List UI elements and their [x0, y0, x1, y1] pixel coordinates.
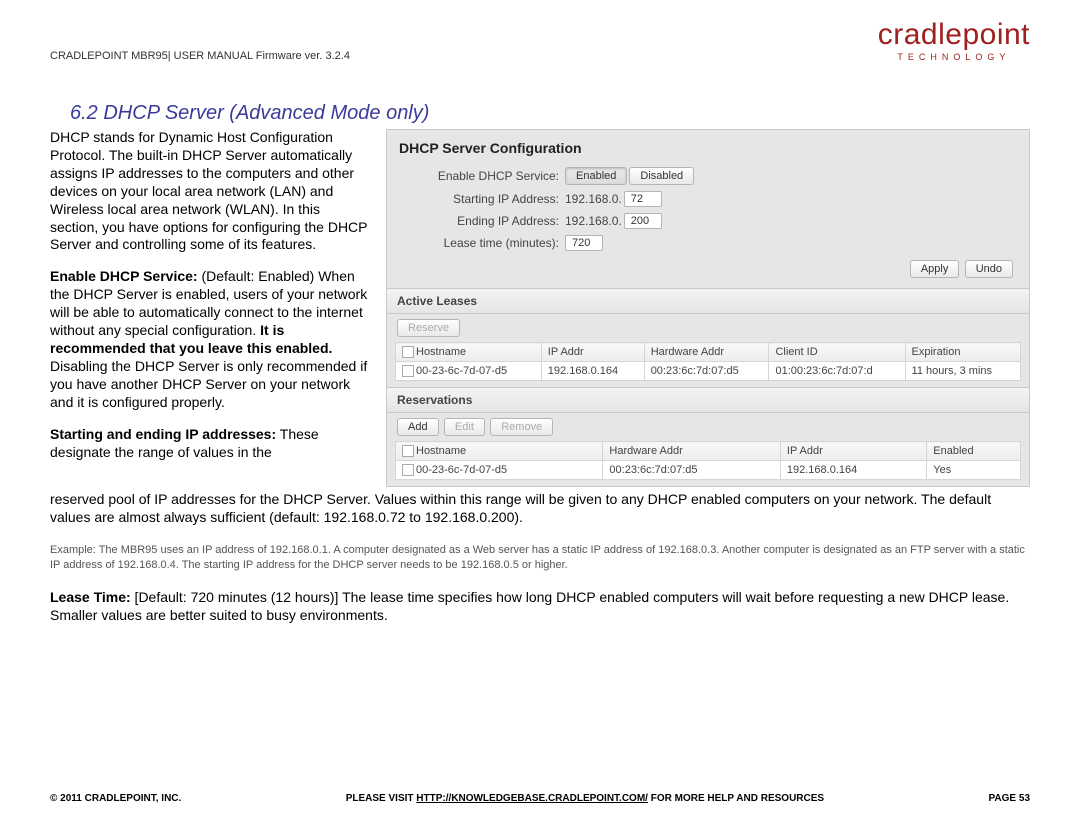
- cell: 192.168.0.164: [780, 461, 926, 480]
- example-para: Example: The MBR95 uses an IP address of…: [50, 543, 1030, 573]
- col-ipaddr: IP Addr: [780, 442, 926, 461]
- brand-sub: TECHNOLOGY: [878, 52, 1030, 62]
- col-ipaddr: IP Addr: [541, 343, 644, 362]
- brand-main: cradlepoint: [878, 20, 1030, 50]
- checkbox-icon[interactable]: [402, 445, 414, 457]
- footer-mid: PLEASE VISIT HTTP://KNOWLEDGEBASE.CRADLE…: [346, 793, 824, 804]
- remove-button[interactable]: Remove: [490, 418, 553, 436]
- start-para-lead: Starting and ending IP addresses: These …: [50, 426, 372, 462]
- enable-para: Enable DHCP Service: (Default: Enabled) …: [50, 268, 372, 411]
- edit-button[interactable]: Edit: [444, 418, 485, 436]
- active-leases-head: Active Leases: [387, 288, 1029, 314]
- dhcp-config-panel: DHCP Server Configuration Enable DHCP Se…: [386, 129, 1030, 487]
- col-hostname: Hostname: [416, 445, 466, 457]
- start-ip-prefix: 192.168.0.: [565, 192, 622, 206]
- start-ip-label: Starting IP Address:: [399, 192, 565, 206]
- cell: 00:23:6c:7d:07:d5: [644, 362, 769, 381]
- end-ip-input[interactable]: 200: [624, 213, 662, 229]
- end-ip-prefix: 192.168.0.: [565, 214, 622, 228]
- active-leases-table: Hostname IP Addr Hardware Addr Client ID…: [395, 342, 1021, 381]
- page-footer: © 2011 CRADLEPOINT, INC. PLEASE VISIT HT…: [50, 793, 1030, 804]
- lease-time-label: Lease time (minutes):: [399, 236, 565, 250]
- cell: 192.168.0.164: [541, 362, 644, 381]
- start-ip-input[interactable]: 72: [624, 191, 662, 207]
- kb-link[interactable]: HTTP://KNOWLEDGEBASE.CRADLEPOINT.COM/: [416, 793, 648, 804]
- footer-left: © 2011 CRADLEPOINT, INC.: [50, 793, 181, 804]
- enabled-button[interactable]: Enabled: [565, 167, 627, 185]
- checkbox-icon[interactable]: [402, 464, 414, 476]
- col-enabled: Enabled: [927, 442, 1021, 461]
- col-hwaddr: Hardware Addr: [644, 343, 769, 362]
- lease-label: Lease Time:: [50, 589, 131, 605]
- add-button[interactable]: Add: [397, 418, 439, 436]
- intro-para: DHCP stands for Dynamic Host Configurati…: [50, 129, 372, 254]
- panel-title: DHCP Server Configuration: [387, 130, 1029, 164]
- start-label: Starting and ending IP addresses:: [50, 426, 276, 442]
- reserve-button[interactable]: Reserve: [397, 319, 460, 337]
- cell: Yes: [927, 461, 1021, 480]
- enable-label: Enable DHCP Service:: [50, 268, 198, 284]
- checkbox-icon[interactable]: [402, 346, 414, 358]
- undo-button[interactable]: Undo: [965, 260, 1013, 278]
- lease-text: [Default: 720 minutes (12 hours)] The le…: [50, 589, 1009, 623]
- cell: 00-23-6c-7d-07-d5: [416, 365, 507, 377]
- enable-tail: Disabling the DHCP Server is only recomm…: [50, 358, 367, 410]
- section-title: 6.2 DHCP Server (Advanced Mode only): [70, 102, 1030, 125]
- table-row[interactable]: 00-23-6c-7d-07-d5 192.168.0.164 00:23:6c…: [396, 362, 1021, 381]
- brand-logo: cradlepoint TECHNOLOGY: [878, 20, 1030, 62]
- enable-service-label: Enable DHCP Service:: [399, 169, 565, 183]
- col-expiration: Expiration: [905, 343, 1020, 362]
- apply-button[interactable]: Apply: [910, 260, 960, 278]
- start-text-cont: reserved pool of IP addresses for the DH…: [50, 491, 1030, 527]
- reservations-table: Hostname Hardware Addr IP Addr Enabled 0…: [395, 441, 1021, 480]
- left-column: DHCP stands for Dynamic Host Configurati…: [50, 129, 372, 487]
- reservations-head: Reservations: [387, 387, 1029, 413]
- cell: 00:23:6c:7d:07:d5: [603, 461, 780, 480]
- end-ip-label: Ending IP Address:: [399, 214, 565, 228]
- disabled-button[interactable]: Disabled: [629, 167, 694, 185]
- cell: 01:00:23:6c:7d:07:d: [769, 362, 905, 381]
- col-hwaddr: Hardware Addr: [603, 442, 780, 461]
- footer-right: PAGE 53: [989, 793, 1031, 804]
- doc-header: CRADLEPOINT MBR95| USER MANUAL Firmware …: [50, 50, 350, 62]
- lease-para: Lease Time: [Default: 720 minutes (12 ho…: [50, 589, 1030, 625]
- lease-time-input[interactable]: 720: [565, 235, 603, 251]
- table-row[interactable]: 00-23-6c-7d-07-d5 00:23:6c:7d:07:d5 192.…: [396, 461, 1021, 480]
- col-clientid: Client ID: [769, 343, 905, 362]
- checkbox-icon[interactable]: [402, 365, 414, 377]
- cell: 00-23-6c-7d-07-d5: [416, 464, 507, 476]
- col-hostname: Hostname: [416, 346, 466, 358]
- cell: 11 hours, 3 mins: [905, 362, 1020, 381]
